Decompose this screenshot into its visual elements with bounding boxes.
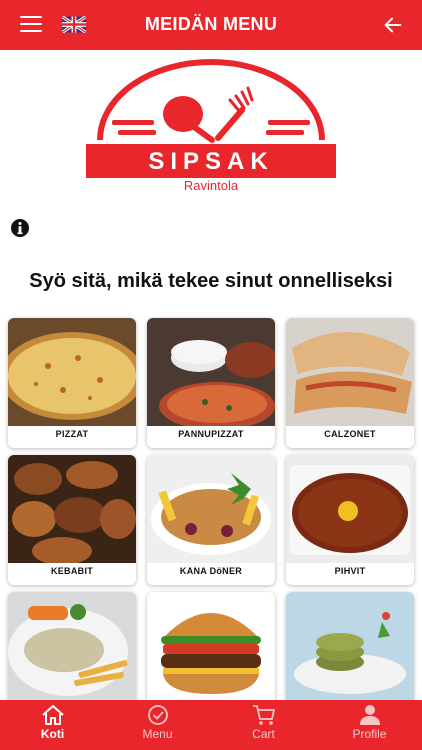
nav-tab-label: Koti	[40, 727, 65, 741]
category-label: PIHVIT	[334, 566, 366, 576]
check-circle-icon	[148, 705, 168, 725]
page-title: MEIDÄN MENU	[144, 14, 278, 34]
nav-tab-label: Menu	[142, 727, 173, 741]
arrow-left-icon[interactable]	[382, 14, 404, 36]
category-label: CALZONET	[324, 429, 376, 439]
category-label: KEBABIT	[50, 566, 94, 576]
category-label: PIZZAT	[55, 429, 89, 439]
restaurant-logo: SIPSAK	[86, 59, 336, 178]
info-icon[interactable]	[10, 218, 30, 238]
schnitzel-photo	[8, 592, 136, 700]
kebab-photo	[8, 455, 136, 563]
top-app-bar: MEIDÄN MENU	[0, 0, 422, 50]
steak-photo	[286, 455, 414, 563]
nav-tab-menu[interactable]: Menu	[105, 700, 210, 750]
veggie-patty-photo	[286, 592, 414, 700]
burger-photo	[147, 592, 275, 700]
brand-name: SIPSAK	[148, 148, 273, 175]
pizza-photo	[8, 318, 136, 426]
category-card-pizzat[interactable]: PIZZAT	[8, 318, 136, 448]
calzone-photo	[286, 318, 414, 426]
category-card-kebabit[interactable]: KEBABIT	[8, 455, 136, 585]
category-card-pannupizzat[interactable]: PANNUPIZZAT	[147, 318, 275, 448]
category-card-pihvit[interactable]: PIHVIT	[286, 455, 414, 585]
category-card-calzonet[interactable]: CALZONET	[286, 318, 414, 448]
chicken-doner-photo	[147, 455, 275, 563]
cart-icon	[253, 705, 275, 725]
brand-subtitle: Ravintola	[183, 178, 239, 193]
home-icon	[42, 705, 64, 725]
person-icon	[360, 705, 380, 725]
nav-tab-label: Cart	[252, 727, 275, 741]
category-label: KANA DöNER	[179, 566, 243, 576]
pan-pizza-photo	[147, 318, 275, 426]
category-label: PANNUPIZZAT	[178, 429, 244, 439]
tagline: Syö sitä, mikä tekee sinut onnelliseksi	[29, 270, 393, 292]
category-card-kana-doner[interactable]: KANA DöNER	[147, 455, 275, 585]
nav-tab-profile[interactable]: Profile	[317, 700, 422, 750]
nav-tab-home[interactable]: Koti	[0, 700, 105, 750]
nav-tab-cart[interactable]: Cart	[211, 700, 316, 750]
bottom-nav: Koti Menu Cart Profile	[0, 700, 422, 750]
nav-tab-label: Profile	[352, 727, 387, 741]
